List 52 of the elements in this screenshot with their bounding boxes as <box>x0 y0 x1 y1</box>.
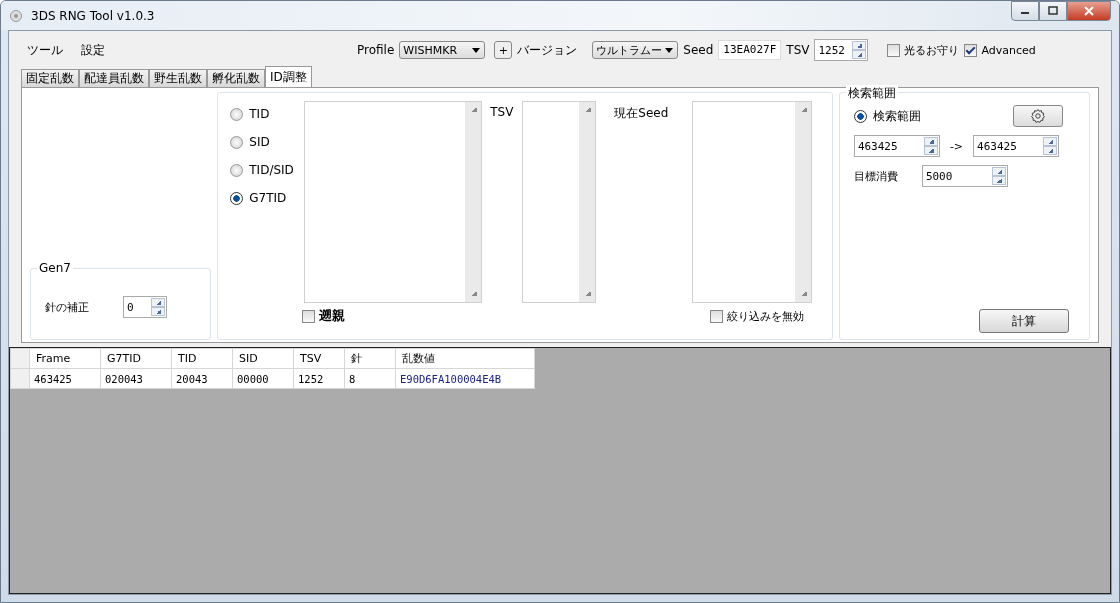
column-header[interactable]: TSV <box>293 348 345 369</box>
tab[interactable]: 孵化乱数 <box>207 69 265 87</box>
profile-dropdown[interactable]: WISHMKR <box>399 41 486 59</box>
range-start-spinner[interactable]: 463425 <box>853 135 940 157</box>
table-cell: E90D6FA100004E4B <box>395 368 535 389</box>
range-end-spinner[interactable]: 463425 <box>973 135 1060 157</box>
version-label: バージョン <box>517 41 578 59</box>
table-cell: 00000 <box>232 368 294 389</box>
add-button[interactable]: + <box>494 41 513 59</box>
group-title: 検索範囲 <box>845 85 898 102</box>
tab[interactable]: ID調整 <box>265 66 312 87</box>
table-cell: 1252 <box>293 368 345 389</box>
table-cell: 020043 <box>100 368 172 389</box>
range-arrow: -> <box>949 139 964 153</box>
target-spinner[interactable]: 5000 <box>921 165 1008 187</box>
tab[interactable]: 固定乱数 <box>21 69 79 87</box>
seed-label: 現在Seed <box>614 105 670 122</box>
radio-option[interactable]: G7TID <box>230 191 305 205</box>
table-cell: 20043 <box>171 368 233 389</box>
reverse-checkbox[interactable]: 遡親 <box>302 307 346 325</box>
needle-label: 針の補正 <box>45 299 89 315</box>
advanced-checkbox[interactable]: Advanced <box>964 43 1036 57</box>
table-cell: 463425 <box>29 368 101 389</box>
tab[interactable]: 配達員乱数 <box>79 69 149 87</box>
column-header[interactable]: SID <box>232 348 294 369</box>
needle-spinner[interactable]: 0 <box>123 296 167 318</box>
version-dropdown[interactable]: ウルトラムー <box>592 41 679 59</box>
calculate-button[interactable]: 計算 <box>979 309 1069 333</box>
menu-item[interactable]: 設定 <box>81 41 105 59</box>
profile-label: Profile <box>357 43 395 57</box>
tab[interactable]: 野生乱数 <box>149 69 207 87</box>
radio-option[interactable]: TID/SID <box>230 163 305 177</box>
column-header[interactable]: G7TID <box>100 348 172 369</box>
radio-option[interactable]: SID <box>230 135 305 149</box>
window-title: 3DS RNG Tool v1.0.3 <box>31 8 155 23</box>
disable-filter-checkbox[interactable]: 絞り込みを無効 <box>709 307 804 325</box>
target-label: 目標消費 <box>853 168 899 184</box>
seed-label: Seed <box>683 43 714 57</box>
column-header[interactable]: 針 <box>344 348 396 369</box>
column-header[interactable]: TID <box>171 348 233 369</box>
search-range-radio[interactable]: 検索範囲 <box>853 107 921 125</box>
group-title: Gen7 <box>37 261 73 275</box>
tsv-label: TSV <box>786 43 810 57</box>
seed-field[interactable]: 13EA027F <box>718 40 782 60</box>
column-header[interactable]: Frame <box>29 348 101 369</box>
table-cell: 8 <box>344 368 396 389</box>
column-header[interactable]: 乱数値 <box>395 348 535 369</box>
tsv-spinner[interactable]: 1252 <box>814 39 869 61</box>
shiny-charm-checkbox[interactable]: 光るお守り <box>887 42 960 58</box>
tsv-label: TSV <box>490 104 515 121</box>
radio-option[interactable]: TID <box>230 107 305 121</box>
menu-item[interactable]: ツール <box>27 41 63 59</box>
